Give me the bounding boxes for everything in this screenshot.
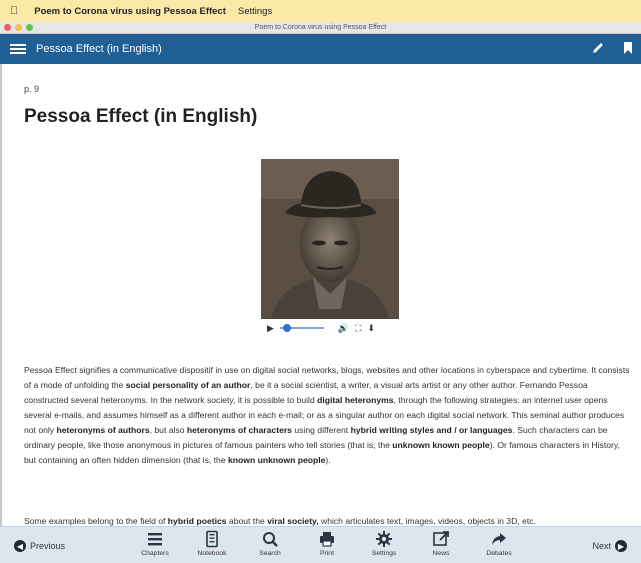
- download-icon[interactable]: ⬇: [367, 323, 375, 334]
- bold-term: heteronyms of authors: [56, 425, 150, 435]
- apple-icon[interactable]: : [10, 5, 18, 17]
- bold-term: hybrid poetics: [167, 516, 227, 526]
- text-run: about the: [226, 516, 268, 526]
- header-title: Pessoa Effect (in English): [36, 43, 162, 55]
- previous-label: Previous: [30, 541, 66, 551]
- settings-label: Settings: [371, 550, 397, 557]
- window-title: Poem to Corona virus using Pessoa Effect: [254, 24, 387, 31]
- content-area: p. 9 Pessoa Effect (in English) ▶ 🔊 ⛶ ⬇ …: [0, 64, 641, 526]
- page-number: p. 9: [24, 84, 40, 94]
- window-controls: [4, 24, 33, 31]
- search-label: Search: [259, 550, 281, 557]
- text-run: Some examples belong to the field of: [24, 516, 168, 526]
- app-header: Pessoa Effect (in English): [0, 34, 641, 64]
- text-run: , but also: [149, 425, 187, 435]
- pencil-icon[interactable]: [591, 41, 605, 55]
- search-icon: [263, 532, 278, 547]
- next-label: Next: [592, 541, 611, 551]
- news-label: News: [432, 550, 450, 557]
- bold-term: digital heteronyms: [317, 395, 394, 405]
- notebook-button[interactable]: Notebook: [187, 530, 237, 557]
- video-frame[interactable]: [261, 159, 399, 319]
- close-window-icon[interactable]: [4, 24, 11, 31]
- body-paragraph-1: Pessoa Effect signifies a communicative …: [24, 363, 630, 468]
- print-button[interactable]: Print: [302, 530, 352, 557]
- chapters-button[interactable]: Chapters: [130, 530, 180, 557]
- bold-term: unknown known people: [392, 440, 490, 450]
- seek-handle[interactable]: [283, 324, 292, 332]
- minimize-window-icon[interactable]: [15, 24, 22, 31]
- notebook-label: Notebook: [197, 550, 227, 557]
- seek-slider[interactable]: [279, 324, 324, 332]
- text-run: ).: [325, 455, 331, 465]
- video-player: ▶ 🔊 ⛶ ⬇: [261, 159, 399, 337]
- bold-term: heteronyms of characters: [186, 425, 292, 435]
- header-actions: [591, 41, 633, 55]
- zoom-window-icon[interactable]: [26, 24, 33, 31]
- print-label: Print: [320, 550, 334, 557]
- bold-term: known unknown people: [228, 455, 326, 465]
- chevron-right-icon: ▶: [615, 540, 627, 552]
- share-arrow-icon: [492, 533, 506, 545]
- menu-settings[interactable]: Settings: [238, 6, 272, 17]
- menu-app-name[interactable]: Poem to Corona virus using Pessoa Effect: [34, 6, 226, 17]
- gear-icon: [376, 531, 392, 547]
- play-icon[interactable]: ▶: [267, 323, 274, 334]
- bold-term: hybrid writing styles and / or languages: [350, 425, 513, 435]
- list-icon: [148, 533, 162, 546]
- debates-label: Debates: [486, 550, 512, 557]
- bold-term: social personality of an author: [125, 380, 251, 390]
- bold-term: viral society,: [267, 516, 319, 526]
- external-link-icon: [433, 531, 449, 546]
- notebook-icon: [206, 530, 218, 548]
- window-titlebar: Poem to Corona virus using Pessoa Effect: [0, 22, 641, 34]
- bookmark-icon[interactable]: [623, 41, 633, 55]
- menu-bar:  Poem to Corona virus using Pessoa Effe…: [0, 0, 641, 22]
- bottom-toolbar: ◀ Previous Chapters Notebook Search Prin…: [0, 526, 641, 563]
- print-icon: [320, 532, 334, 547]
- text-run: using different: [291, 425, 351, 435]
- text-run: which articulates text, images, videos, …: [318, 516, 536, 526]
- next-button[interactable]: Next ▶: [592, 540, 627, 552]
- settings-button[interactable]: Settings: [359, 530, 409, 557]
- debates-button[interactable]: Debates: [474, 530, 524, 557]
- chapters-label: Chapters: [141, 550, 169, 557]
- video-controls: ▶ 🔊 ⛶ ⬇: [261, 319, 399, 337]
- hamburger-menu-icon[interactable]: [10, 44, 26, 54]
- previous-button[interactable]: ◀ Previous: [14, 540, 65, 552]
- chevron-left-icon: ◀: [14, 540, 26, 552]
- page-title: Pessoa Effect (in English): [24, 106, 258, 127]
- statue-portrait: [261, 159, 399, 319]
- search-button[interactable]: Search: [245, 530, 295, 557]
- volume-icon[interactable]: 🔊: [338, 323, 349, 334]
- news-button[interactable]: News: [416, 530, 466, 557]
- fullscreen-icon[interactable]: ⛶: [355, 323, 361, 334]
